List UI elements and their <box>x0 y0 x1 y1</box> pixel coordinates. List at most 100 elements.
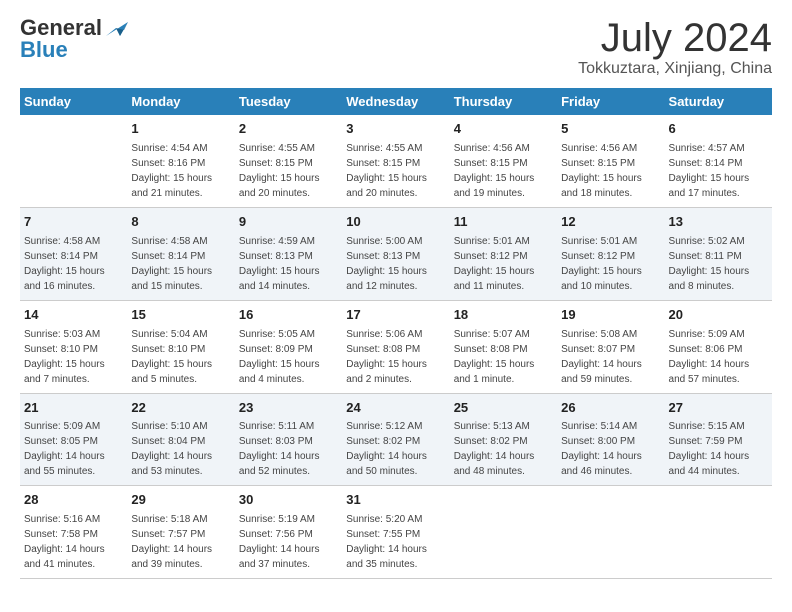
weekday-header-thursday: Thursday <box>450 88 557 115</box>
day-info: Sunrise: 5:03 AM Sunset: 8:10 PM Dayligh… <box>24 327 123 387</box>
day-number: 30 <box>239 491 338 510</box>
calendar-table: SundayMondayTuesdayWednesdayThursdayFrid… <box>20 88 772 579</box>
calendar-cell: 13 Sunrise: 5:02 AM Sunset: 8:11 PM Dayli… <box>665 207 772 300</box>
calendar-cell: 30Sunrise: 5:19 AM Sunset: 7:56 PM Dayli… <box>235 486 342 579</box>
day-info: Sunrise: 5:01 AM Sunset: 8:12 PM Dayligh… <box>454 234 553 294</box>
day-info: Sunrise: 4:58 AM Sunset: 8:14 PM Dayligh… <box>24 234 123 294</box>
calendar-cell: 20 Sunrise: 5:09 AM Sunset: 8:06 PM Dayli… <box>665 300 772 393</box>
calendar-cell: 29 Sunrise: 5:18 AM Sunset: 7:57 PM Dayli… <box>127 486 234 579</box>
day-number: 5 <box>561 120 660 139</box>
calendar-cell: 17 Sunrise: 5:06 AM Sunset: 8:08 PM Dayli… <box>342 300 449 393</box>
calendar-cell: 28 Sunrise: 5:16 AM Sunset: 7:58 PM Dayli… <box>20 486 127 579</box>
page: General Blue July 2024 Tokkuztara, Xinji… <box>0 0 792 599</box>
day-number: 2 <box>239 120 338 139</box>
day-info: Sunrise: 5:20 AM Sunset: 7:55 PM Dayligh… <box>346 512 445 572</box>
calendar-week-1: 1Sunrise: 4:54 AM Sunset: 8:16 PM Daylig… <box>20 115 772 207</box>
day-number: 14 <box>24 306 123 325</box>
calendar-cell: 31 Sunrise: 5:20 AM Sunset: 7:55 PM Dayli… <box>342 486 449 579</box>
logo-blue: Blue <box>20 39 68 61</box>
calendar-cell: 7 Sunrise: 4:58 AM Sunset: 8:14 PM Daylig… <box>20 207 127 300</box>
day-info: Sunrise: 5:10 AM Sunset: 8:04 PM Dayligh… <box>131 419 230 479</box>
calendar-cell: 16 Sunrise: 5:05 AM Sunset: 8:09 PM Dayli… <box>235 300 342 393</box>
day-info: Sunrise: 4:55 AM Sunset: 8:15 PM Dayligh… <box>239 141 338 201</box>
day-info: Sunrise: 5:09 AM Sunset: 8:06 PM Dayligh… <box>669 327 768 387</box>
day-info: Sunrise: 5:07 AM Sunset: 8:08 PM Dayligh… <box>454 327 553 387</box>
header: General Blue July 2024 Tokkuztara, Xinji… <box>20 16 772 78</box>
day-number: 29 <box>131 491 230 510</box>
day-info: Sunrise: 4:58 AM Sunset: 8:14 PM Dayligh… <box>131 234 230 294</box>
calendar-cell: 14 Sunrise: 5:03 AM Sunset: 8:10 PM Dayli… <box>20 300 127 393</box>
weekday-row: SundayMondayTuesdayWednesdayThursdayFrid… <box>20 88 772 115</box>
day-number: 11 <box>454 213 553 232</box>
calendar-cell: 21Sunrise: 5:09 AM Sunset: 8:05 PM Dayli… <box>20 393 127 486</box>
calendar-cell: 11 Sunrise: 5:01 AM Sunset: 8:12 PM Dayli… <box>450 207 557 300</box>
day-info: Sunrise: 5:16 AM Sunset: 7:58 PM Dayligh… <box>24 512 123 572</box>
day-info: Sunrise: 4:59 AM Sunset: 8:13 PM Dayligh… <box>239 234 338 294</box>
day-info: Sunrise: 5:06 AM Sunset: 8:08 PM Dayligh… <box>346 327 445 387</box>
day-info: Sunrise: 5:04 AM Sunset: 8:10 PM Dayligh… <box>131 327 230 387</box>
calendar-cell: 5 Sunrise: 4:56 AM Sunset: 8:15 PM Daylig… <box>557 115 664 207</box>
calendar-cell <box>557 486 664 579</box>
weekday-header-monday: Monday <box>127 88 234 115</box>
calendar-cell: 6 Sunrise: 4:57 AM Sunset: 8:14 PM Daylig… <box>665 115 772 207</box>
day-number: 6 <box>669 120 768 139</box>
day-number: 16 <box>239 306 338 325</box>
day-number: 24 <box>346 399 445 418</box>
day-info: Sunrise: 5:12 AM Sunset: 8:02 PM Dayligh… <box>346 419 445 479</box>
calendar-cell: 8 Sunrise: 4:58 AM Sunset: 8:14 PM Daylig… <box>127 207 234 300</box>
day-number: 10 <box>346 213 445 232</box>
day-info: Sunrise: 5:01 AM Sunset: 8:12 PM Dayligh… <box>561 234 660 294</box>
calendar-cell: 12Sunrise: 5:01 AM Sunset: 8:12 PM Dayli… <box>557 207 664 300</box>
day-info: Sunrise: 4:54 AM Sunset: 8:16 PM Dayligh… <box>131 141 230 201</box>
day-number: 3 <box>346 120 445 139</box>
calendar-cell: 2 Sunrise: 4:55 AM Sunset: 8:15 PM Daylig… <box>235 115 342 207</box>
calendar-cell: 4 Sunrise: 4:56 AM Sunset: 8:15 PM Daylig… <box>450 115 557 207</box>
logo: General Blue <box>20 16 128 61</box>
day-info: Sunrise: 4:57 AM Sunset: 8:14 PM Dayligh… <box>669 141 768 201</box>
calendar-week-3: 14 Sunrise: 5:03 AM Sunset: 8:10 PM Dayli… <box>20 300 772 393</box>
calendar-cell: 22Sunrise: 5:10 AM Sunset: 8:04 PM Dayli… <box>127 393 234 486</box>
day-info: Sunrise: 4:56 AM Sunset: 8:15 PM Dayligh… <box>561 141 660 201</box>
calendar-cell: 10 Sunrise: 5:00 AM Sunset: 8:13 PM Dayli… <box>342 207 449 300</box>
day-info: Sunrise: 5:00 AM Sunset: 8:13 PM Dayligh… <box>346 234 445 294</box>
day-number: 18 <box>454 306 553 325</box>
day-number: 7 <box>24 213 123 232</box>
calendar-body: 1Sunrise: 4:54 AM Sunset: 8:16 PM Daylig… <box>20 115 772 579</box>
weekday-header-sunday: Sunday <box>20 88 127 115</box>
day-number: 31 <box>346 491 445 510</box>
day-number: 22 <box>131 399 230 418</box>
day-number: 20 <box>669 306 768 325</box>
calendar-week-4: 21Sunrise: 5:09 AM Sunset: 8:05 PM Dayli… <box>20 393 772 486</box>
calendar-cell: 18 Sunrise: 5:07 AM Sunset: 8:08 PM Dayli… <box>450 300 557 393</box>
day-number: 13 <box>669 213 768 232</box>
title-block: July 2024 Tokkuztara, Xinjiang, China <box>578 16 772 78</box>
weekday-header-saturday: Saturday <box>665 88 772 115</box>
calendar-cell: 26Sunrise: 5:14 AM Sunset: 8:00 PM Dayli… <box>557 393 664 486</box>
calendar-cell: 15 Sunrise: 5:04 AM Sunset: 8:10 PM Dayli… <box>127 300 234 393</box>
month-title: July 2024 <box>578 16 772 60</box>
calendar-cell <box>20 115 127 207</box>
day-number: 15 <box>131 306 230 325</box>
calendar-cell: 19Sunrise: 5:08 AM Sunset: 8:07 PM Dayli… <box>557 300 664 393</box>
calendar-cell: 9Sunrise: 4:59 AM Sunset: 8:13 PM Daylig… <box>235 207 342 300</box>
day-info: Sunrise: 4:56 AM Sunset: 8:15 PM Dayligh… <box>454 141 553 201</box>
day-info: Sunrise: 5:02 AM Sunset: 8:11 PM Dayligh… <box>669 234 768 294</box>
day-info: Sunrise: 5:08 AM Sunset: 8:07 PM Dayligh… <box>561 327 660 387</box>
day-number: 4 <box>454 120 553 139</box>
calendar-cell <box>450 486 557 579</box>
weekday-header-tuesday: Tuesday <box>235 88 342 115</box>
day-info: Sunrise: 5:11 AM Sunset: 8:03 PM Dayligh… <box>239 419 338 479</box>
day-info: Sunrise: 5:05 AM Sunset: 8:09 PM Dayligh… <box>239 327 338 387</box>
day-number: 28 <box>24 491 123 510</box>
calendar-cell: 1Sunrise: 4:54 AM Sunset: 8:16 PM Daylig… <box>127 115 234 207</box>
day-info: Sunrise: 5:18 AM Sunset: 7:57 PM Dayligh… <box>131 512 230 572</box>
calendar-cell <box>665 486 772 579</box>
day-number: 27 <box>669 399 768 418</box>
day-number: 21 <box>24 399 123 418</box>
day-info: Sunrise: 4:55 AM Sunset: 8:15 PM Dayligh… <box>346 141 445 201</box>
day-number: 17 <box>346 306 445 325</box>
day-info: Sunrise: 5:15 AM Sunset: 7:59 PM Dayligh… <box>669 419 768 479</box>
weekday-header-friday: Friday <box>557 88 664 115</box>
day-number: 8 <box>131 213 230 232</box>
location-title: Tokkuztara, Xinjiang, China <box>578 60 772 78</box>
